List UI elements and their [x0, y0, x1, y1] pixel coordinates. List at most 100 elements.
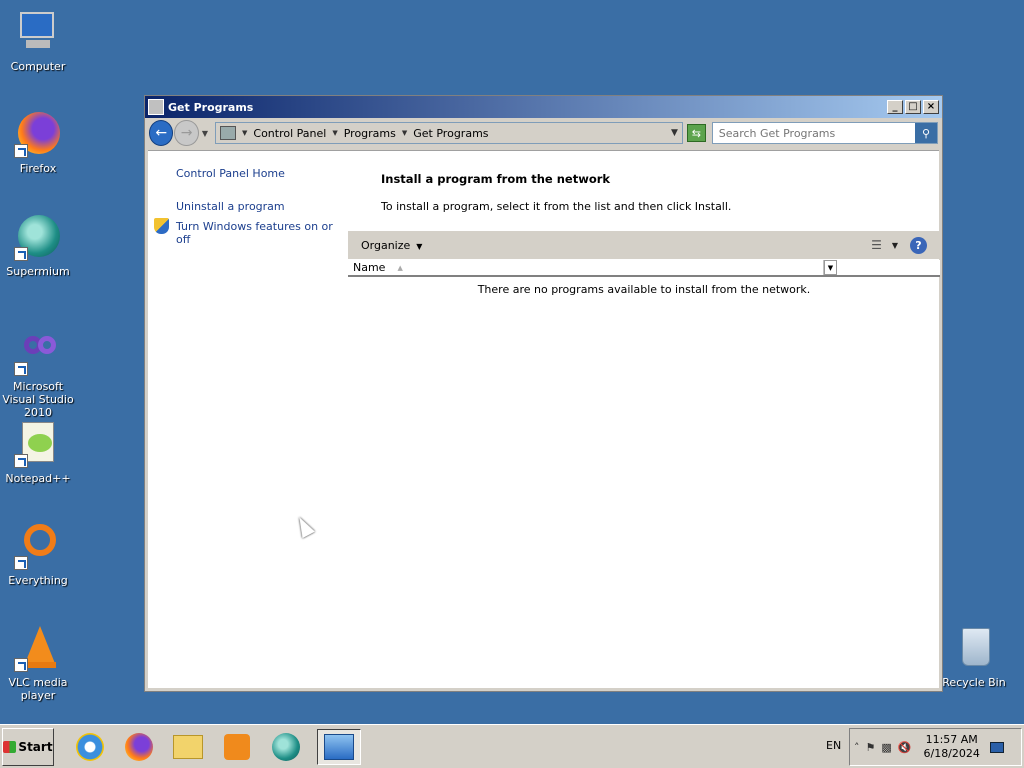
firefox-icon	[14, 110, 62, 158]
network-icon[interactable]: ▩	[881, 741, 891, 754]
address-bar[interactable]: ▼ Control Panel ▼ Programs ▼ Get Program…	[215, 122, 683, 144]
column-filter-dropdown[interactable]: ▼	[824, 260, 837, 275]
taskbar-file-explorer[interactable]	[170, 729, 206, 765]
shortcut-arrow-icon	[14, 454, 28, 468]
taskbar-internet-explorer[interactable]	[72, 729, 108, 765]
desktop-icon-firefox[interactable]: Firefox	[0, 110, 76, 175]
help-icon[interactable]: ?	[910, 236, 927, 254]
page-description: To install a program, select it from the…	[381, 200, 732, 213]
desktop-icon-notepadpp[interactable]: Notepad++	[0, 420, 76, 485]
desktop-icon-visual-studio[interactable]: Microsoft Visual Studio 2010	[0, 328, 76, 419]
windows-features-link[interactable]: Turn Windows features on or off	[154, 218, 348, 246]
desktop-icon-label: Microsoft Visual Studio 2010	[2, 380, 74, 419]
arrow-left-icon: ←	[155, 125, 168, 141]
left-task-pane: Control Panel Home Uninstall a program T…	[148, 151, 348, 688]
control-panel-home-link[interactable]: Control Panel Home	[176, 167, 348, 180]
arrow-right-icon: →	[180, 125, 193, 141]
volume-muted-icon[interactable]: 🔇	[898, 741, 912, 754]
organize-label: Organize	[361, 238, 411, 252]
taskbar-media-player[interactable]	[219, 729, 255, 765]
vlc-icon	[14, 624, 62, 672]
shortcut-arrow-icon	[14, 362, 28, 376]
taskbar-supermium[interactable]	[268, 729, 304, 765]
desktop-icon-label: Computer	[10, 60, 66, 73]
clock-time: 11:57 AM	[925, 733, 978, 746]
title-bar[interactable]: Get Programs _ □ ×	[145, 96, 942, 118]
shield-icon	[154, 218, 169, 234]
desktop-icon-supermium[interactable]: Supermium	[0, 213, 76, 278]
taskbar-control-panel[interactable]	[317, 728, 361, 765]
organize-button[interactable]: Organize ▼	[361, 239, 422, 252]
system-tray: ˄ ⚑ ▩ 🔇 11:57 AM 6/18/2024	[849, 728, 1022, 766]
desktop-icon-vlc[interactable]: VLC media player	[0, 624, 76, 702]
name-column-label: Name	[353, 261, 386, 274]
forward-button[interactable]: →	[174, 120, 199, 146]
desktop-icon-label: Notepad++	[5, 472, 71, 485]
language-indicator[interactable]: EN	[826, 739, 841, 752]
get-programs-window: Get Programs _ □ × ← → ▼ ▼ Control Panel…	[144, 95, 943, 692]
control-panel-icon	[220, 126, 236, 140]
maximize-button[interactable]: □	[905, 100, 921, 114]
internet-explorer-icon	[76, 732, 104, 761]
empty-list-message: There are no programs available to insta…	[477, 283, 811, 296]
view-options-dropdown[interactable]: ▼	[892, 241, 898, 250]
start-label: Start	[18, 739, 53, 754]
desktop-icon-label: Firefox	[19, 162, 57, 175]
control-panel-icon	[148, 99, 164, 115]
computer-icon	[14, 8, 62, 56]
shortcut-arrow-icon	[14, 144, 28, 158]
desktop-icon-computer[interactable]: Computer	[0, 8, 76, 73]
shortcut-arrow-icon	[14, 658, 28, 672]
main-pane: Install a program from the network To in…	[348, 151, 940, 688]
show-desktop-button[interactable]	[989, 741, 1004, 753]
taskbar: Start EN ˄ ⚑ ▩ 🔇 11:57 AM 6/18/2024	[0, 724, 1024, 768]
notepad-plus-plus-icon	[14, 420, 62, 468]
recent-pages-dropdown[interactable]: ▼	[202, 129, 208, 138]
show-hidden-icons-icon[interactable]: ˄	[854, 741, 860, 754]
taskbar-apps	[72, 728, 361, 765]
desktop-icon-recycle-bin[interactable]: Recycle Bin	[936, 624, 1012, 689]
chevron-down-icon[interactable]: ▼	[242, 129, 247, 137]
chevron-down-icon[interactable]: ▼	[332, 129, 337, 137]
supermium-icon	[272, 732, 300, 761]
desktop-icon-label: Everything	[8, 574, 68, 587]
desktop-icon-label: Recycle Bin	[942, 676, 1006, 689]
desktop-icon-label: VLC media player	[8, 676, 68, 702]
view-details-icon[interactable]: ☰	[871, 238, 882, 252]
search-box[interactable]: ⚲	[711, 122, 938, 144]
taskbar-firefox[interactable]	[121, 729, 157, 765]
command-bar: Organize ▼ ☰ ▼ ?	[348, 231, 940, 259]
breadcrumb-programs[interactable]: Programs	[344, 127, 396, 140]
media-player-icon	[224, 733, 250, 760]
close-button[interactable]: ×	[923, 100, 939, 114]
chevron-down-icon[interactable]: ▼	[402, 129, 407, 137]
address-dropdown-icon[interactable]: ▼	[671, 128, 678, 138]
search-input[interactable]	[712, 123, 915, 143]
clock-date: 6/18/2024	[923, 747, 980, 760]
chevron-down-icon: ▼	[416, 241, 423, 251]
back-button[interactable]: ←	[149, 120, 174, 146]
search-icon[interactable]: ⚲	[915, 123, 937, 143]
recycle-bin-icon	[950, 624, 998, 672]
list-column-header: Name ▲ ▼	[348, 260, 940, 277]
supermium-icon	[14, 213, 62, 261]
breadcrumb-get-programs[interactable]: Get Programs	[413, 127, 488, 140]
page-title: Install a program from the network	[381, 172, 611, 186]
start-button[interactable]: Start	[2, 727, 54, 766]
everything-icon	[14, 522, 62, 570]
clock[interactable]: 11:57 AM 6/18/2024	[923, 733, 979, 761]
visual-studio-icon	[14, 328, 62, 376]
uninstall-program-link[interactable]: Uninstall a program	[176, 200, 348, 213]
desktop-icon-label: Supermium	[6, 265, 70, 278]
refresh-icon: ⇆	[691, 126, 701, 140]
windows-features-label: Turn Windows features on or off	[176, 220, 333, 246]
name-column-header[interactable]: Name ▲	[348, 260, 824, 275]
breadcrumb-control-panel[interactable]: Control Panel	[253, 127, 326, 140]
action-center-flag-icon[interactable]: ⚑	[866, 741, 876, 754]
desktop-icon-everything[interactable]: Everything	[0, 522, 76, 587]
refresh-button[interactable]: ⇆	[686, 124, 706, 142]
sort-ascending-icon: ▲	[397, 263, 403, 272]
content-area: Control Panel Home Uninstall a program T…	[148, 150, 940, 688]
minimize-button[interactable]: _	[887, 100, 903, 114]
window-title: Get Programs	[168, 100, 254, 114]
